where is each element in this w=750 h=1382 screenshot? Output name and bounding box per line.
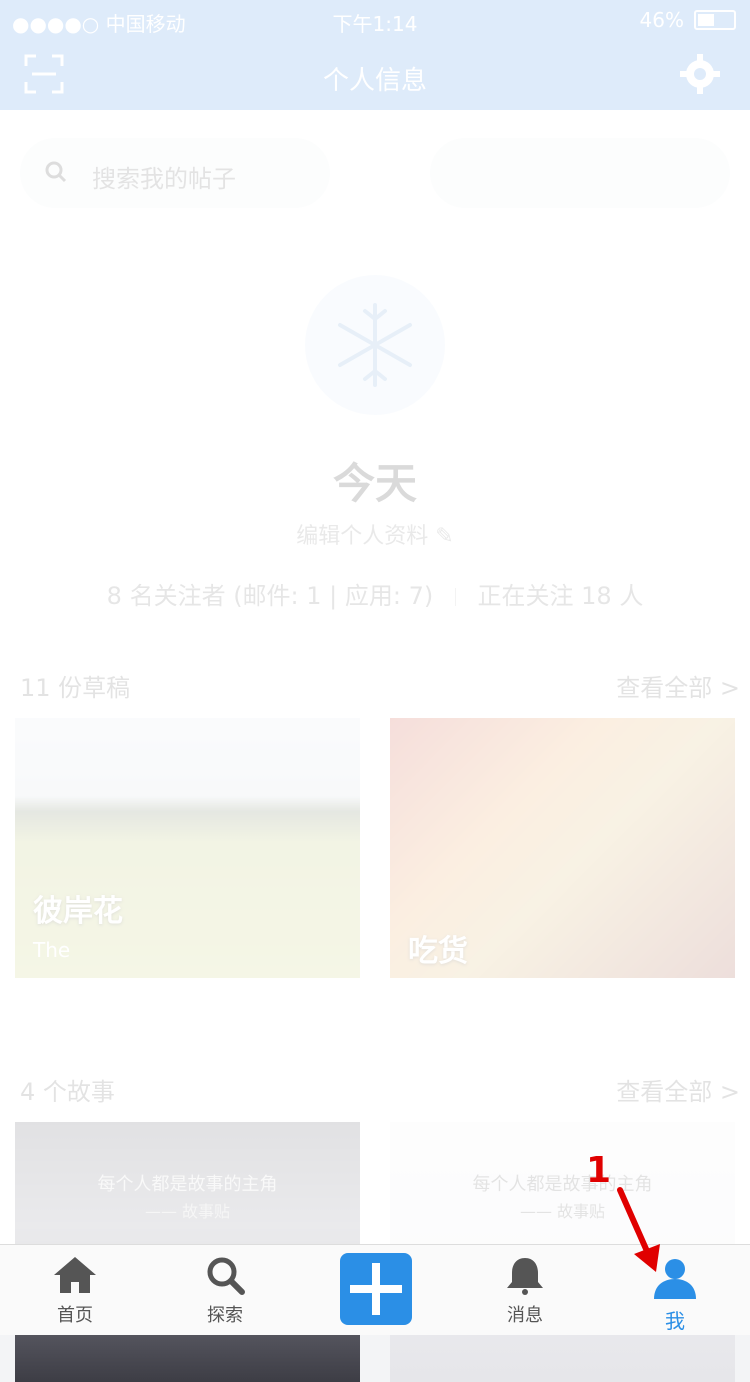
search-icon — [207, 1257, 245, 1295]
search-icon — [44, 160, 68, 184]
draft-card-subtitle: The — [33, 938, 71, 962]
profile-name: 今天 — [332, 459, 417, 508]
status-right: 46% — [640, 8, 736, 32]
draft-card[interactable]: 彼岸花 The — [15, 718, 360, 978]
follow-stats: 8 名关注者 (邮件: 1 | 应用: 7) 正在关注 18 人 — [0, 576, 750, 611]
edit-profile-link[interactable]: 编辑个人资料 ✎ — [0, 518, 750, 550]
drafts-header: 11 份草稿 查看全部 > — [20, 668, 740, 703]
drafts-title: 11 份草稿 — [20, 674, 131, 702]
battery-percent: 46% — [639, 8, 684, 32]
following-link[interactable]: 正在关注 18 人 — [478, 582, 644, 610]
stories-title: 4 个故事 — [20, 1078, 115, 1106]
story-quote: 每个人都是故事的主角 — [472, 1174, 653, 1195]
drafts-view-all[interactable]: 查看全部 > — [616, 668, 740, 703]
draft-card-title: 吃货 — [408, 934, 468, 969]
tab-messages-label: 消息 — [507, 1305, 543, 1326]
avatar[interactable] — [305, 275, 445, 415]
tab-me-label: 我 — [665, 1309, 685, 1333]
tab-home-label: 首页 — [57, 1305, 93, 1326]
nav-bar: 个人信息 — [0, 40, 750, 110]
page-title: 个人信息 — [322, 66, 427, 96]
home-icon — [54, 1257, 96, 1293]
profile-page: ●●●●○ 中国移动 下午1:14 46% 个人信息 搜索我的帖子 今天 编辑个… — [0, 0, 750, 1382]
draft-card-title: 彼岸花 — [33, 894, 123, 929]
status-time: 下午1:14 — [332, 12, 418, 36]
battery-icon — [694, 10, 736, 30]
stories-view-all[interactable]: 查看全部 > — [616, 1072, 740, 1107]
tab-explore-label: 探索 — [207, 1305, 243, 1326]
edit-profile-label: 编辑个人资料 — [296, 524, 429, 549]
snowflake-icon — [338, 303, 412, 387]
story-quote: 每个人都是故事的主角 — [97, 1174, 278, 1195]
plus-icon — [350, 1263, 402, 1315]
annotation-arrow-icon — [617, 1187, 660, 1272]
story-signature: —— 故事贴 — [519, 1202, 606, 1221]
add-post-button[interactable] — [340, 1253, 412, 1325]
bell-icon — [507, 1258, 543, 1295]
battery-fill — [698, 14, 714, 26]
search-placeholder: 搜索我的帖子 — [92, 165, 236, 193]
story-signature: —— 故事贴 — [144, 1202, 231, 1221]
search-bar-secondary — [430, 138, 730, 208]
draft-card[interactable]: 吃货 — [390, 718, 735, 978]
tab-home[interactable]: 首页 — [0, 1245, 150, 1335]
pencil-icon: ✎ — [435, 524, 454, 549]
search-bar[interactable]: 搜索我的帖子 — [20, 138, 330, 208]
gear-icon[interactable] — [680, 54, 720, 94]
followers-link[interactable]: 8 名关注者 (邮件: 1 | 应用: 7) — [107, 582, 434, 610]
stories-header: 4 个故事 查看全部 > — [20, 1072, 740, 1107]
tab-messages[interactable]: 消息 — [450, 1245, 600, 1335]
divider — [454, 588, 456, 606]
status-bar: ●●●●○ 中国移动 下午1:14 46% — [0, 0, 750, 40]
tab-explore[interactable]: 探索 — [150, 1245, 300, 1335]
